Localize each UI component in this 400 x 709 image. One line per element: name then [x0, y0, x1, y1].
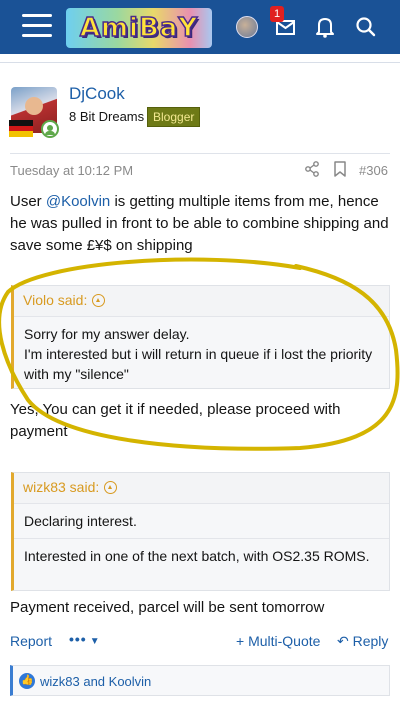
reaction-users[interactable]: wizk83 and Koolvin — [40, 674, 151, 689]
quote-text: Interested in one of the next batch, wit… — [24, 548, 370, 564]
go-to-quote-icon[interactable] — [92, 294, 106, 307]
country-flag-icon — [9, 120, 33, 138]
forum-post: DjCook 8 Bit Dreams Blogger Tuesday at 1… — [0, 62, 400, 709]
reply-icon: ↶ — [337, 633, 349, 649]
search-icon[interactable] — [352, 14, 380, 40]
user-title: 8 Bit Dreams — [69, 109, 145, 124]
post-number[interactable]: #306 — [359, 163, 388, 178]
account-avatar[interactable] — [236, 16, 258, 38]
reply-text: Yes, You can get it if needed, please pr… — [10, 401, 341, 440]
intro-text-start: User — [10, 193, 46, 210]
share-icon[interactable] — [304, 161, 320, 177]
site-logo[interactable]: AmiBaY — [66, 8, 212, 48]
bookmark-icon[interactable] — [333, 161, 347, 177]
chevron-down-icon: ▼ — [89, 636, 101, 647]
go-to-quote-icon[interactable] — [104, 481, 118, 494]
menu-icon[interactable] — [22, 14, 52, 40]
reactions-bar[interactable]: wizk83 and Koolvin — [10, 665, 390, 696]
quote-author[interactable]: Violo said: — [23, 292, 87, 308]
top-nav-bar: AmiBaY 1 — [0, 0, 400, 54]
quote-block: wizk83 said: Declaring interest. Interes… — [11, 472, 390, 591]
divider — [10, 153, 390, 154]
bell-icon[interactable] — [311, 14, 339, 40]
role-badge: Blogger — [147, 107, 201, 127]
online-status-icon — [41, 120, 59, 138]
quote-block: Violo said: Sorry for my answer delay. I… — [11, 285, 390, 389]
more-dots: ••• — [69, 631, 87, 647]
post-actions: Report ••• ▼ + Multi-Quote ↶ Reply — [10, 631, 390, 653]
reply-button[interactable]: ↶ Reply — [337, 633, 388, 650]
logo-text: AmiBaY — [79, 12, 199, 44]
quote-text: Sorry for my answer delay. I'm intereste… — [24, 326, 373, 382]
reply-label: Reply — [352, 633, 389, 649]
user-mention-link[interactable]: @Koolvin — [46, 193, 110, 210]
post-username[interactable]: DjCook — [69, 84, 125, 104]
quote-header[interactable]: wizk83 said: — [14, 473, 389, 504]
more-options-menu[interactable]: ••• ▼ — [69, 631, 101, 647]
like-icon — [19, 673, 35, 689]
quote-header[interactable]: Violo said: — [14, 286, 389, 317]
report-link[interactable]: Report — [10, 633, 52, 649]
multi-quote-button[interactable]: + Multi-Quote — [236, 633, 320, 649]
reply-text: Payment received, parcel will be sent to… — [10, 599, 325, 616]
post-intro-text: User @Koolvin is getting multiple items … — [10, 191, 394, 257]
notification-badge: 1 — [270, 6, 284, 22]
quote-author[interactable]: wizk83 said: — [23, 479, 99, 495]
quote-text: Declaring interest. — [14, 504, 389, 539]
post-date[interactable]: Tuesday at 10:12 PM — [10, 163, 133, 178]
